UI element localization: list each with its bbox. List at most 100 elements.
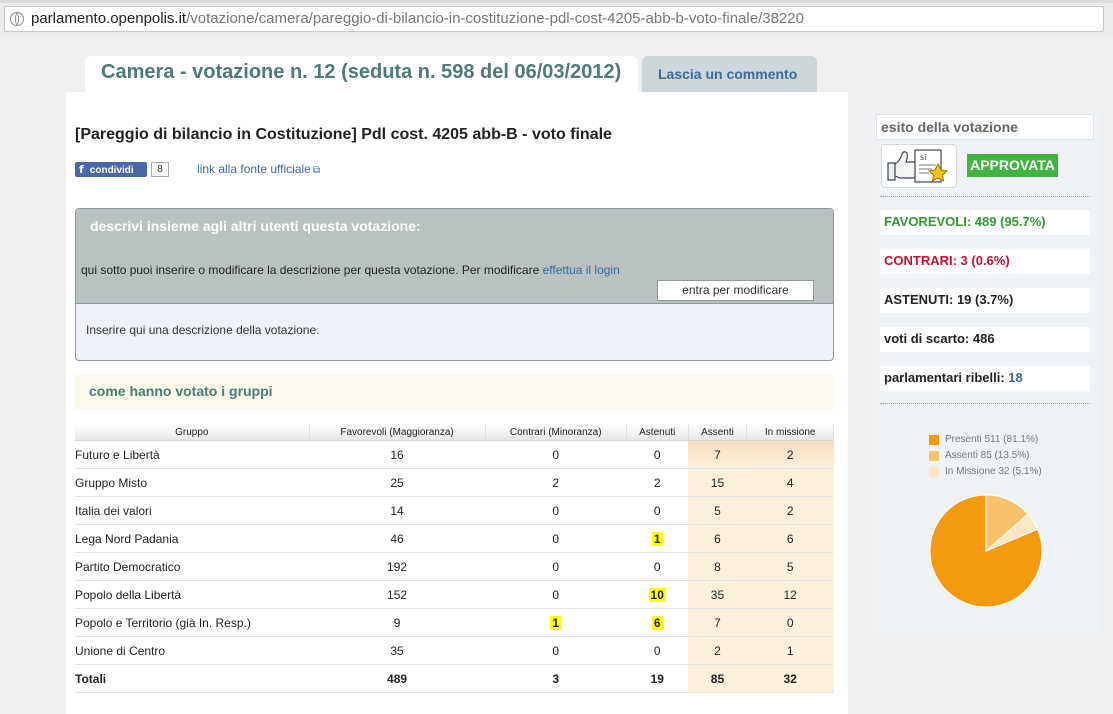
total-contrari: 3 xyxy=(485,664,627,693)
cell-contrari: 0 xyxy=(485,524,627,553)
login-link[interactable]: effettua il login xyxy=(543,263,620,277)
header-assenti[interactable]: Assenti xyxy=(688,424,748,441)
cell-contrari: 0 xyxy=(485,636,627,665)
table-row: Lega Nord Padania 46 0 1 6 6 xyxy=(75,524,834,553)
description-heading: descrivi insieme agli altri utenti quest… xyxy=(90,218,421,234)
description-box: descrivi insieme agli altri utenti quest… xyxy=(75,208,834,361)
legend-swatch-presenti xyxy=(929,435,939,445)
group-name: Popolo e Territorio (già In. Resp.) xyxy=(75,608,310,637)
cell-contrari: 0 xyxy=(485,580,627,609)
cell-assenti: 8 xyxy=(688,552,747,581)
rebel-highlight: 10 xyxy=(648,587,666,602)
thumbs-up-star-icon: si xyxy=(881,144,957,188)
legend-label-in-missione: In Missione 32 (5.1%) xyxy=(945,466,1042,477)
group-name: Italia dei valori xyxy=(75,496,310,525)
cell-favorevoli: 9 xyxy=(309,608,486,637)
cell-astenuti: 2 xyxy=(626,468,689,497)
external-link-icon: ⧉ xyxy=(312,165,320,176)
legend-swatch-in-missione xyxy=(929,467,939,477)
cell-astenuti: 0 xyxy=(626,636,689,665)
share-count: 8 xyxy=(151,162,169,177)
cell-assenti: 7 xyxy=(688,608,747,637)
url-field[interactable]: parlamento.openpolis.it/votazione/camera… xyxy=(4,6,1104,32)
header-favorevoli[interactable]: Favorevoli (Maggioranza) xyxy=(309,424,486,441)
table-row: Unione di Centro 35 0 0 2 1 xyxy=(75,636,834,665)
cell-assenti: 7 xyxy=(688,440,747,469)
group-name: Unione di Centro xyxy=(75,636,310,665)
group-name: Partito Democratico xyxy=(75,552,310,581)
group-name: Popolo della Libertà xyxy=(75,580,310,609)
total-favorevoli: 489 xyxy=(309,664,486,693)
result-badge: APPROVATA xyxy=(967,154,1058,177)
stat-scarto-value: 486 xyxy=(972,331,995,346)
legend-swatch-assenti xyxy=(929,451,939,461)
cell-favorevoli: 46 xyxy=(309,524,486,553)
cell-favorevoli: 25 xyxy=(309,468,486,497)
attendance-pie-chart xyxy=(929,494,1043,608)
globe-icon xyxy=(10,12,24,26)
cell-assenti: 35 xyxy=(688,580,747,609)
browser-tab-strip xyxy=(0,0,1113,3)
facebook-share-button[interactable]: f condividi xyxy=(75,162,147,177)
cell-in-missione: 5 xyxy=(746,552,834,581)
description-instructions: qui sotto puoi inserire o modificare la … xyxy=(81,263,620,277)
cell-astenuti: 0 xyxy=(626,496,689,525)
group-votes-table: Gruppo Favorevoli (Maggioranza) Contrari… xyxy=(75,424,834,693)
cell-favorevoli: 16 xyxy=(309,440,486,469)
stat-scarto: voti di scarto: 486 xyxy=(880,327,1090,352)
cell-favorevoli: 35 xyxy=(309,636,486,665)
cell-favorevoli: 192 xyxy=(309,552,486,581)
rebel-highlight: 6 xyxy=(651,615,663,630)
cell-in-missione: 0 xyxy=(746,608,834,637)
cell-contrari: 0 xyxy=(485,440,627,469)
total-assenti: 85 xyxy=(688,664,747,693)
ribelli-link[interactable]: 18 xyxy=(1008,370,1022,385)
share-button-label: condividi xyxy=(89,165,134,176)
header-in-missione[interactable]: In missione xyxy=(746,424,834,441)
cell-assenti: 6 xyxy=(688,524,747,553)
source-link-label: link alla fonte ufficiale xyxy=(197,162,311,176)
edit-description-button[interactable]: entra per modificare xyxy=(657,280,814,301)
svg-text:si: si xyxy=(920,153,926,162)
table-row: Futuro e Libertà 16 0 0 7 2 xyxy=(75,440,834,469)
table-row: Popolo della Libertà 152 0 10 35 12 xyxy=(75,580,834,609)
groups-heading: come hanno votato i gruppi xyxy=(75,375,834,409)
table-row: Partito Democratico 192 0 0 8 5 xyxy=(75,552,834,581)
stat-ribelli-label: parlamentari ribelli: xyxy=(884,370,1005,385)
header-gruppo[interactable]: Gruppo xyxy=(75,424,310,441)
stat-contrari-text: CONTRARI: 3 (0.6%) xyxy=(884,253,1010,268)
description-placeholder: Inserire qui una descrizione della votaz… xyxy=(86,323,320,337)
url-path: /votazione/camera/pareggio-di-bilancio-i… xyxy=(186,10,804,27)
tab-comment[interactable]: Lascia un commento xyxy=(642,56,817,92)
tab-vote[interactable]: Camera - votazione n. 12 (seduta n. 598 … xyxy=(85,56,638,93)
group-name: Gruppo Misto xyxy=(75,468,310,497)
cell-astenuti: 10 xyxy=(626,580,689,609)
cell-in-missione: 4 xyxy=(746,468,834,497)
divider xyxy=(880,403,1090,404)
rebel-highlight: 1 xyxy=(550,615,562,630)
stat-ribelli: parlamentari ribelli: 18 xyxy=(880,366,1090,391)
cell-assenti: 5 xyxy=(688,496,747,525)
header-contrari[interactable]: Contrari (Minoranza) xyxy=(485,424,627,441)
header-astenuti[interactable]: Astenuti xyxy=(626,424,689,441)
table-header-row: Gruppo Favorevoli (Maggioranza) Contrari… xyxy=(75,424,834,441)
legend-label-presenti: Presenti 511 (81.1%) xyxy=(945,434,1039,445)
group-name: Lega Nord Padania xyxy=(75,524,310,553)
cell-in-missione: 6 xyxy=(746,524,834,553)
stat-favorevoli-text: FAVOREVOLI: 489 (95.7%) xyxy=(884,214,1046,229)
facebook-icon: f xyxy=(79,163,84,176)
vote-title: [Pareggio di bilancio in Costituzione] P… xyxy=(75,126,612,143)
cell-assenti: 2 xyxy=(688,636,747,665)
cell-astenuti: 0 xyxy=(626,440,689,469)
cell-in-missione: 2 xyxy=(746,440,834,469)
cell-contrari: 1 xyxy=(485,608,627,637)
url-text[interactable]: parlamento.openpolis.it/votazione/camera… xyxy=(31,10,804,27)
official-source-link[interactable]: link alla fonte ufficiale ⧉ xyxy=(197,162,320,176)
totals-row: Totali 489 3 19 85 32 xyxy=(75,664,834,693)
stat-astenuti-text: ASTENUTI: 19 (3.7%) xyxy=(884,292,1014,307)
table-row: Gruppo Misto 25 2 2 15 4 xyxy=(75,468,834,497)
description-header: descrivi insieme agli altri utenti quest… xyxy=(76,209,833,304)
cell-contrari: 2 xyxy=(485,468,627,497)
cell-contrari: 0 xyxy=(485,552,627,581)
stat-astenuti: ASTENUTI: 19 (3.7%) xyxy=(880,288,1090,313)
